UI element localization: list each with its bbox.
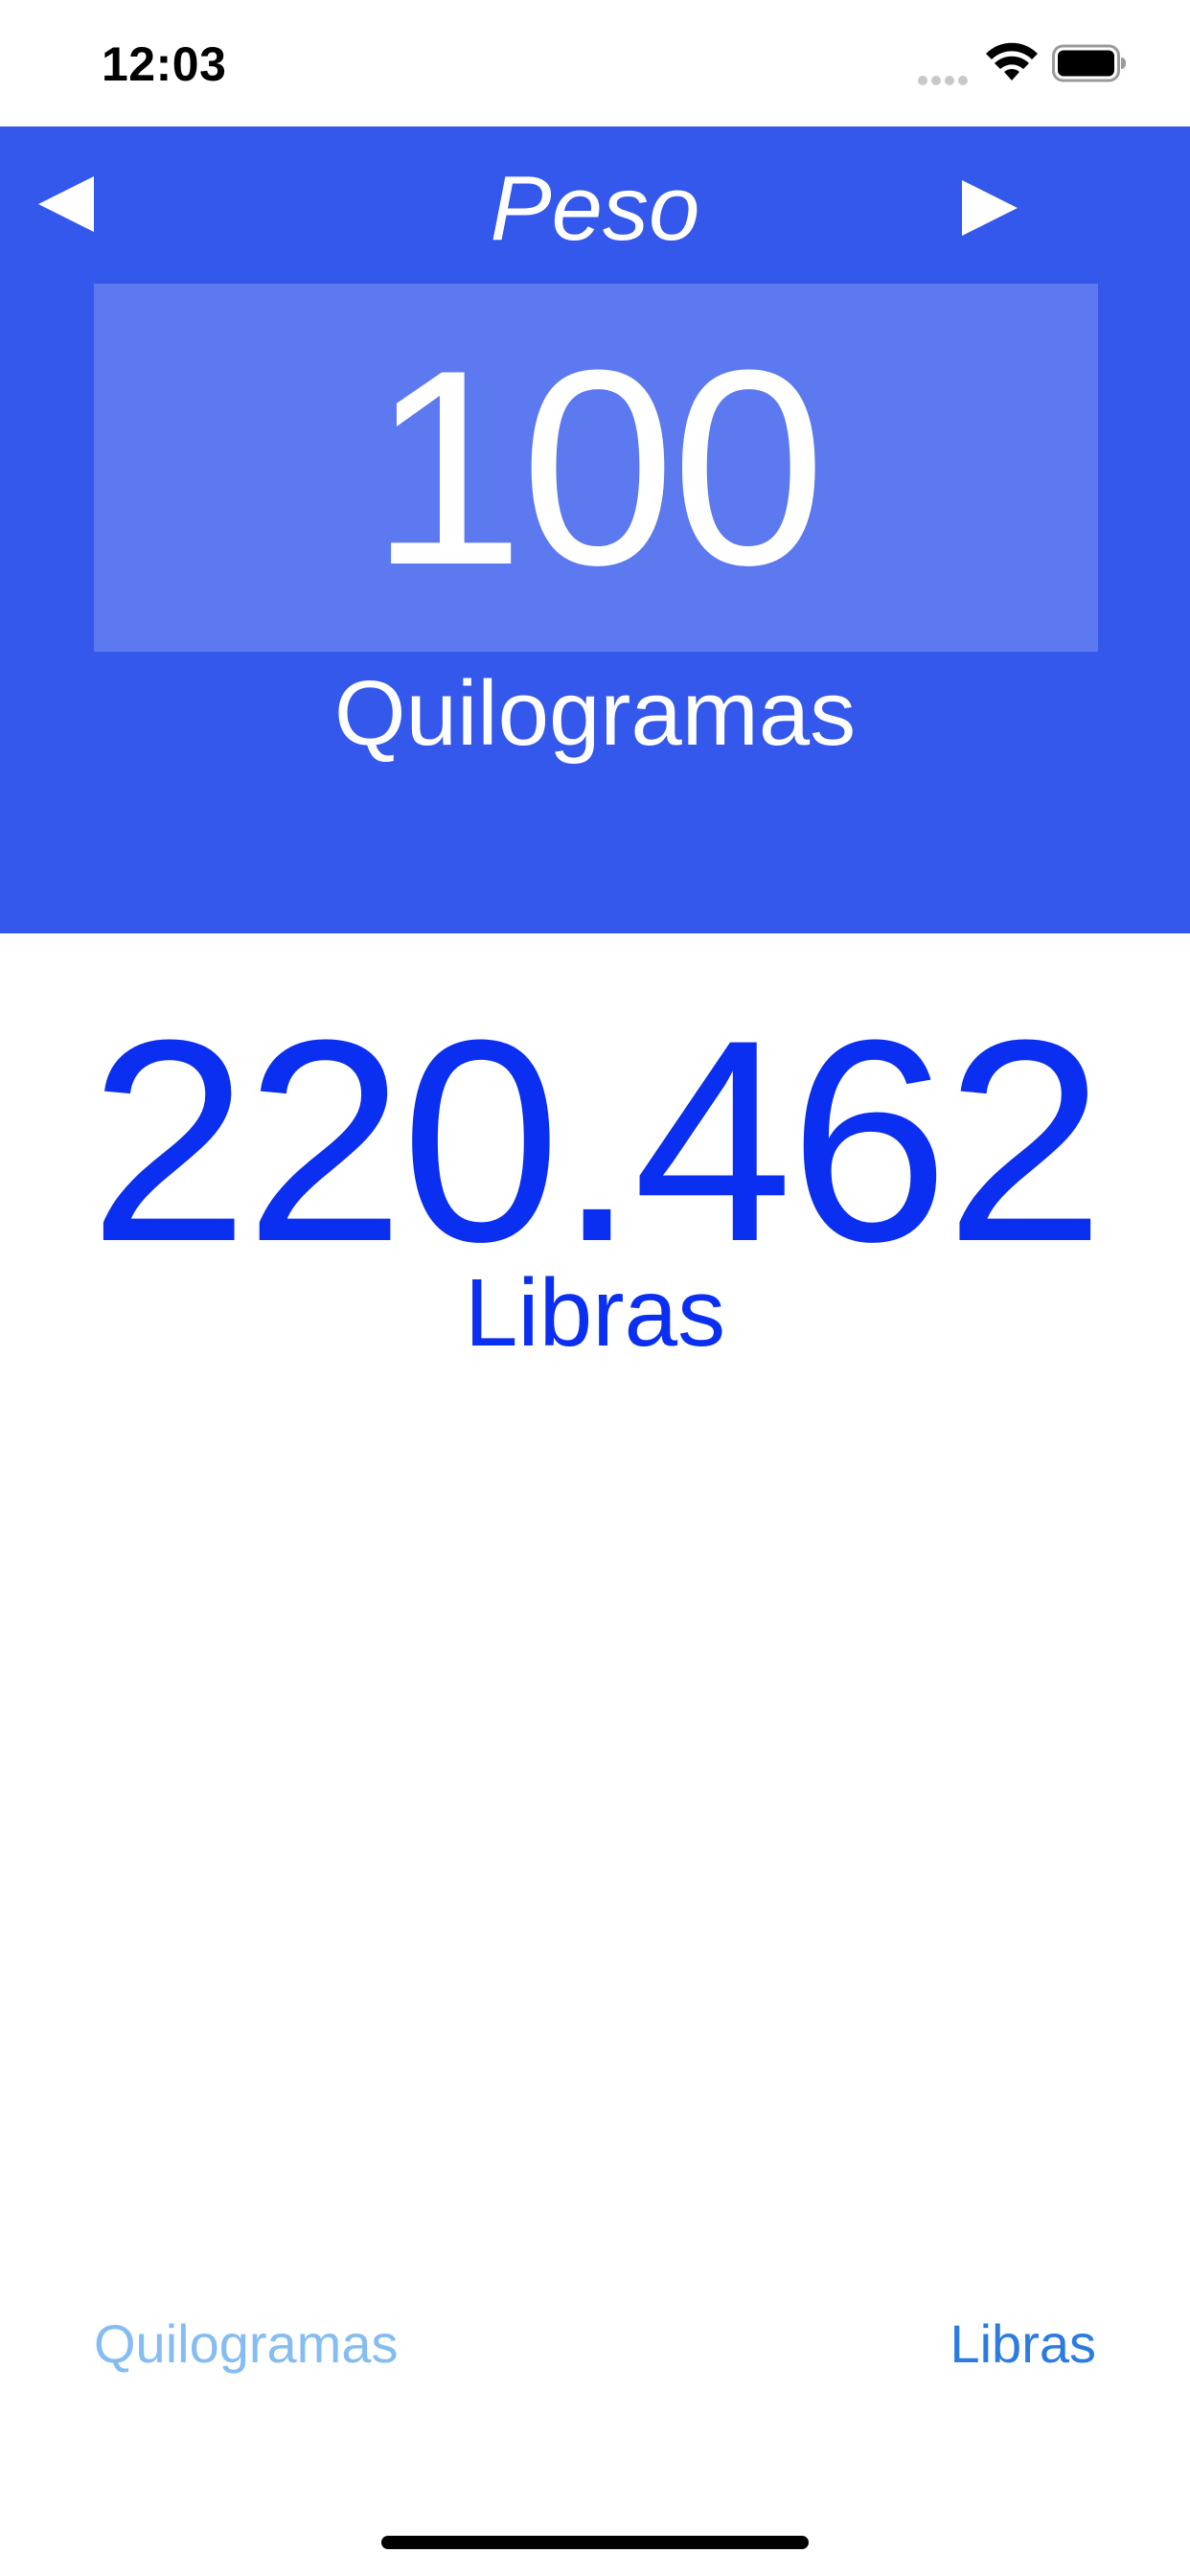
home-indicator[interactable] (381, 2536, 809, 2549)
cellular-signal-icon (918, 73, 973, 85)
value-input[interactable]: 100 (94, 284, 1098, 652)
to-unit-label: Libras (464, 1259, 726, 1367)
app-screen: 12:03 Peso 100 Quilogramas 220.462 Libra… (0, 0, 1190, 2576)
result-value: 220.462 (88, 979, 1105, 1301)
to-unit-option[interactable]: Libras (950, 2317, 1096, 2371)
from-unit-label: Quilogramas (333, 662, 857, 765)
status-time: 12:03 (102, 37, 227, 91)
from-unit-option[interactable]: Quilogramas (94, 2317, 398, 2371)
next-category-button[interactable] (956, 172, 1023, 240)
triangle-right-icon (962, 180, 1018, 236)
status-bar: 12:03 (0, 0, 1190, 126)
battery-icon (1052, 44, 1126, 82)
input-value: 100 (370, 312, 826, 623)
converter-header: Peso 100 Quilogramas (0, 126, 1190, 933)
wifi-icon (986, 42, 1038, 80)
